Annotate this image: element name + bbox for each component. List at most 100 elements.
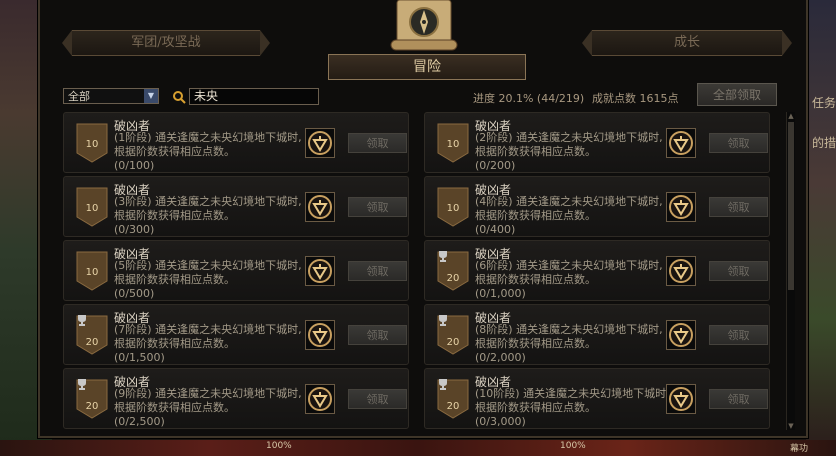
achievement-card: 20 破凶者 (8阶段) 通关逢魔之未央幻境地下城时, 根据阶数获得相应点数。 (0/… — [424, 304, 770, 365]
points-value: 20 — [446, 337, 460, 348]
achievement-progress: (0/500) — [114, 287, 155, 300]
points-value: 20 — [85, 337, 99, 348]
points-shield: 20 — [76, 379, 108, 419]
achievement-progress: (0/100) — [114, 159, 155, 172]
achievement-description: (5阶段) 通关逢魔之未央幻境地下城时, 根据阶数获得相应点数。 — [114, 259, 302, 286]
achievement-progress: (0/400) — [475, 223, 516, 236]
achievement-progress: (0/300) — [114, 223, 155, 236]
achievement-description: (6阶段) 通关逢魔之未央幻境地下城时, 根据阶数获得相应点数。 — [475, 259, 663, 286]
search-icon — [173, 91, 186, 104]
scroll-down-icon[interactable]: ▼ — [787, 422, 795, 430]
reward-emblem-icon[interactable] — [666, 256, 696, 286]
points-shield: 10 — [76, 187, 108, 227]
achievement-card: 20 破凶者 (6阶段) 通关逢魔之未央幻境地下城时, 根据阶数获得相应点数。 (0/… — [424, 240, 770, 301]
claim-button[interactable]: 领取 — [709, 325, 768, 345]
achievement-description: (3阶段) 通关逢魔之未央幻境地下城时, 根据阶数获得相应点数。 — [114, 195, 302, 222]
claim-button[interactable]: 领取 — [709, 133, 768, 153]
points-value: 20 — [446, 273, 460, 284]
emblem-icon — [669, 387, 693, 411]
trophy-icon — [439, 379, 447, 390]
achievement-description: (4阶段) 通关逢魔之未央幻境地下城时, 根据阶数获得相应点数。 — [475, 195, 663, 222]
points-shield: 20 — [437, 251, 469, 291]
points-shield: 10 — [437, 187, 469, 227]
points-shield: 10 — [76, 123, 108, 163]
points-shield: 10 — [76, 251, 108, 291]
achievement-card: 10 破凶者 (1阶段) 通关逢魔之未央幻境地下城时, 根据阶数获得相应点数。 (0/… — [63, 112, 409, 173]
reward-emblem-icon[interactable] — [666, 320, 696, 350]
progress-text: 进度 20.1% (44/219) — [473, 92, 585, 105]
scroll-compass-icon — [390, 0, 458, 51]
achievement-description: (9阶段) 通关逢魔之未央幻境地下城时, 根据阶数获得相应点数。 — [114, 387, 302, 414]
emblem-icon — [669, 323, 693, 347]
reward-emblem-icon[interactable] — [305, 320, 335, 350]
scroll-up-icon[interactable]: ▲ — [787, 112, 795, 120]
side-text-1: 任务 — [811, 96, 836, 110]
trophy-icon — [439, 315, 447, 326]
claim-button[interactable]: 领取 — [348, 325, 407, 345]
tab-legion[interactable]: 军团/攻坚战 — [62, 30, 270, 56]
achievement-description: (2阶段) 通关逢魔之未央幻境地下城时, 根据阶数获得相应点数。 — [475, 131, 663, 158]
points-value: 10 — [446, 203, 460, 214]
category-select-value: 全部 — [68, 90, 90, 103]
reward-emblem-icon[interactable] — [666, 128, 696, 158]
reward-emblem-icon[interactable] — [666, 384, 696, 414]
claim-button[interactable]: 领取 — [348, 197, 407, 217]
emblem-icon — [308, 259, 332, 283]
achievement-card: 10 破凶者 (3阶段) 通关逢魔之未央幻境地下城时, 根据阶数获得相应点数。 (0/… — [63, 176, 409, 237]
emblem-icon — [308, 195, 332, 219]
chevron-down-icon[interactable]: ▼ — [144, 89, 158, 103]
points-value: 20 — [85, 401, 99, 412]
bottom-bar-left-pct: 100% — [266, 441, 292, 451]
reward-emblem-icon[interactable] — [666, 192, 696, 222]
emblem-icon — [308, 131, 332, 155]
tab-adventure[interactable]: 冒险 — [328, 54, 526, 80]
achievement-progress: (0/3,000) — [475, 415, 526, 428]
achievement-description: (7阶段) 通关逢魔之未央幻境地下城时, 根据阶数获得相应点数。 — [114, 323, 302, 350]
scrollbar[interactable]: ▲ ▼ — [786, 112, 795, 430]
emblem-icon — [669, 195, 693, 219]
achievement-card: 10 破凶者 (2阶段) 通关逢魔之未央幻境地下城时, 根据阶数获得相应点数。 (0/… — [424, 112, 770, 173]
search-input[interactable]: 未央 — [189, 88, 319, 105]
emblem-icon — [308, 387, 332, 411]
reward-emblem-icon[interactable] — [305, 256, 335, 286]
claim-button[interactable]: 领取 — [709, 389, 768, 409]
trophy-icon — [78, 315, 86, 326]
bottom-bar-right-pct: 100% — [560, 441, 586, 451]
claim-button[interactable]: 领取 — [709, 197, 768, 217]
achievement-description: (10阶段) 通关逢魔之未央幻境地下城时, 根据阶数获得相应点数。 — [475, 387, 670, 414]
achievement-description: (1阶段) 通关逢魔之未央幻境地下城时, 根据阶数获得相应点数。 — [114, 131, 302, 158]
points-value: 10 — [85, 267, 99, 278]
reward-emblem-icon[interactable] — [305, 384, 335, 414]
reward-emblem-icon[interactable] — [305, 128, 335, 158]
points-shield: 20 — [76, 315, 108, 355]
claim-button[interactable]: 领取 — [348, 133, 407, 153]
scroll-thumb[interactable] — [788, 122, 794, 290]
trophy-icon — [439, 251, 447, 262]
achievement-progress: (0/2,500) — [114, 415, 165, 428]
claim-button[interactable]: 领取 — [709, 261, 768, 281]
achievement-progress: (0/2,000) — [475, 351, 526, 364]
reward-emblem-icon[interactable] — [305, 192, 335, 222]
points-value: 10 — [85, 203, 99, 214]
bottom-bar-label: 幕功 — [790, 444, 809, 454]
tab-growth[interactable]: 成长 — [582, 30, 792, 56]
category-select[interactable]: 全部 ▼ — [63, 88, 159, 104]
emblem-icon — [308, 323, 332, 347]
bottom-bar: 100% 100% 幕功 — [0, 440, 836, 456]
achievement-points-text: 成就点数 1615点 — [592, 92, 679, 105]
trophy-icon — [78, 379, 86, 390]
side-text-2: 的措 — [811, 136, 836, 150]
points-shield: 20 — [437, 379, 469, 419]
achievement-card: 20 破凶者 (10阶段) 通关逢魔之未央幻境地下城时, 根据阶数获得相应点数。 (0… — [424, 368, 770, 429]
achievement-card: 20 破凶者 (7阶段) 通关逢魔之未央幻境地下城时, 根据阶数获得相应点数。 (0/… — [63, 304, 409, 365]
achievement-description: (8阶段) 通关逢魔之未央幻境地下城时, 根据阶数获得相应点数。 — [475, 323, 663, 350]
points-shield: 20 — [437, 315, 469, 355]
emblem-icon — [669, 259, 693, 283]
achievement-card: 10 破凶者 (4阶段) 通关逢魔之未央幻境地下城时, 根据阶数获得相应点数。 (0/… — [424, 176, 770, 237]
claim-all-button[interactable]: 全部领取 — [697, 83, 777, 106]
points-shield: 10 — [437, 123, 469, 163]
claim-button[interactable]: 领取 — [348, 389, 407, 409]
points-value: 10 — [446, 139, 460, 150]
points-value: 20 — [446, 401, 460, 412]
claim-button[interactable]: 领取 — [348, 261, 407, 281]
